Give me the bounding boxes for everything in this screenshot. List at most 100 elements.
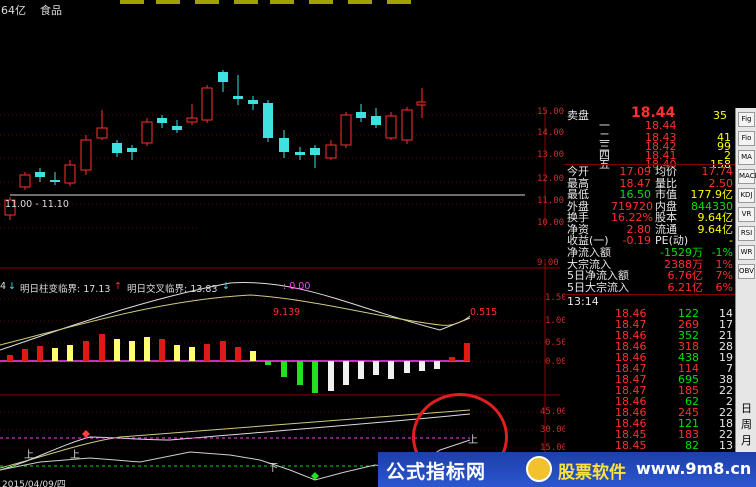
- candle-body: [50, 180, 60, 182]
- banner-url: www.9m8.cn: [636, 459, 752, 478]
- histogram-bar: [174, 345, 180, 361]
- indicator-fig-button[interactable]: Fig: [738, 112, 755, 127]
- watermark-banner: 公式指标网 股票软件 www.9m8.cn: [378, 452, 756, 487]
- indicator-wr-button[interactable]: WR: [738, 245, 755, 260]
- indicator-kdj-button[interactable]: KDJ: [738, 188, 755, 203]
- histogram-bar: [67, 345, 73, 361]
- candle-body: [186, 117, 198, 123]
- sector-label: 食品: [40, 4, 62, 17]
- candle-body: [233, 96, 243, 99]
- ind1-label-b: 明日交叉临界: 13.83: [127, 284, 218, 295]
- period-button[interactable]: 月: [739, 432, 754, 448]
- candle-body: [401, 109, 413, 141]
- flow-pct: 6%: [715, 280, 733, 294]
- banner-text: 公式指标网: [386, 461, 487, 483]
- candle-body: [127, 148, 137, 152]
- candle-body: [356, 112, 366, 118]
- histogram-bar: [464, 343, 470, 361]
- tick-count: 13: [719, 439, 733, 452]
- histogram-bar: [281, 361, 287, 377]
- histogram-bar: [144, 337, 150, 361]
- arrow-down-icon: ↓: [222, 281, 230, 292]
- candle-body: [325, 144, 337, 159]
- ind1-tail: : 0.00: [283, 281, 311, 292]
- flow-key: 5日大宗流入: [567, 280, 629, 294]
- tick-price: 18.45: [615, 439, 647, 452]
- period-button[interactable]: 日: [739, 400, 754, 416]
- candle-body: [35, 172, 45, 177]
- ind1-prefix: 4: [0, 281, 7, 292]
- candle-body: [201, 87, 213, 121]
- histogram-bar: [312, 361, 318, 393]
- histogram-bar: [250, 351, 256, 361]
- candle-body: [310, 148, 320, 155]
- candle-body: [157, 118, 167, 123]
- candle-body: [19, 174, 31, 188]
- market-cap-label: 64亿: [1, 4, 26, 17]
- indicator-macd-button[interactable]: MACD: [738, 169, 756, 184]
- price-axis-label: 13.00: [537, 150, 565, 160]
- period-button[interactable]: 周: [739, 416, 754, 432]
- candle-body: [64, 164, 76, 184]
- price-axis-label: 14.00: [537, 128, 565, 138]
- signal-diamond: [82, 430, 90, 438]
- candle-body: [112, 143, 122, 153]
- histogram-bar: [99, 334, 105, 361]
- occlusion-box: [200, 227, 560, 259]
- histogram-bar: [358, 361, 364, 379]
- histogram-bar: [265, 361, 271, 365]
- range-label: 11.00 - 11.10: [5, 199, 69, 210]
- ind2-axis-label: 30.00: [540, 425, 568, 435]
- stat-value: -0.19: [622, 234, 651, 247]
- histogram-bar: [449, 357, 455, 361]
- flow-row: 5日大宗流入 6.21亿 6%: [565, 280, 735, 294]
- indicator-rsi-button[interactable]: RSI: [738, 226, 755, 241]
- histogram-bar: [83, 341, 89, 361]
- signal-up-marker: 上: [70, 450, 80, 461]
- tick-row: 18.45 82 13: [565, 440, 735, 452]
- histogram-bar: [328, 361, 334, 391]
- candle-body: [172, 126, 182, 130]
- indicator-obv-button[interactable]: OBV: [738, 264, 755, 279]
- histogram-bar: [235, 347, 241, 361]
- flow-value: 6.21亿: [667, 280, 704, 294]
- histogram-bar: [404, 361, 410, 373]
- indicator-vr-button[interactable]: VR: [738, 207, 755, 222]
- histogram-bar: [373, 361, 379, 375]
- candle-body: [141, 121, 153, 144]
- ind1-axis-label: 0.00: [545, 357, 567, 367]
- ind1-value-b: 0.515: [470, 307, 498, 318]
- histogram-bar: [114, 339, 120, 361]
- candle-body: [295, 152, 305, 155]
- histogram-bar: [220, 341, 226, 361]
- indicator-ma-button[interactable]: MA: [738, 150, 755, 165]
- price-axis-label: 10.00: [537, 218, 565, 228]
- candle-body: [218, 72, 228, 82]
- histogram-bar: [343, 361, 349, 385]
- histogram-bar: [159, 339, 165, 361]
- candle-body: [96, 127, 108, 139]
- ind1-label-a: 明日柱变临界: 17.13: [20, 284, 111, 295]
- ind2-axis-label: 45.00: [540, 407, 568, 417]
- tab-strip[interactable]: [120, 0, 420, 4]
- arrow-down-icon: ↓: [8, 281, 16, 292]
- indicator-sidebar: Fig Fio MA MACD KDJ VR RSI WR OBV 日周月: [735, 108, 756, 487]
- histogram-bar: [129, 341, 135, 361]
- header-blackout: [426, 0, 756, 110]
- price-axis-label: 9.00: [537, 258, 559, 268]
- indicator-fio-button[interactable]: Fio: [738, 131, 755, 146]
- ind1-axis-label: 1.50: [545, 293, 567, 303]
- quote-panel: 卖盘 18.44 35 一 18.44 二 18.43 41 三 18.42 9…: [565, 105, 735, 487]
- histogram-bar: [388, 361, 394, 379]
- candle-body: [263, 103, 273, 138]
- tick-volume: 82: [685, 439, 699, 452]
- stat-value: 9.64亿: [697, 222, 734, 236]
- logo-icon: [526, 456, 552, 482]
- top-price: 18.44: [631, 105, 676, 121]
- histogram-bar: [204, 344, 210, 361]
- price-axis-label: 15.00: [537, 107, 565, 117]
- histogram-bar: [7, 355, 13, 361]
- ind1-axis-label: 0.50: [545, 338, 567, 348]
- ind1-value-a: 9.139: [273, 307, 301, 318]
- price-axis-label: 11.00: [537, 196, 565, 206]
